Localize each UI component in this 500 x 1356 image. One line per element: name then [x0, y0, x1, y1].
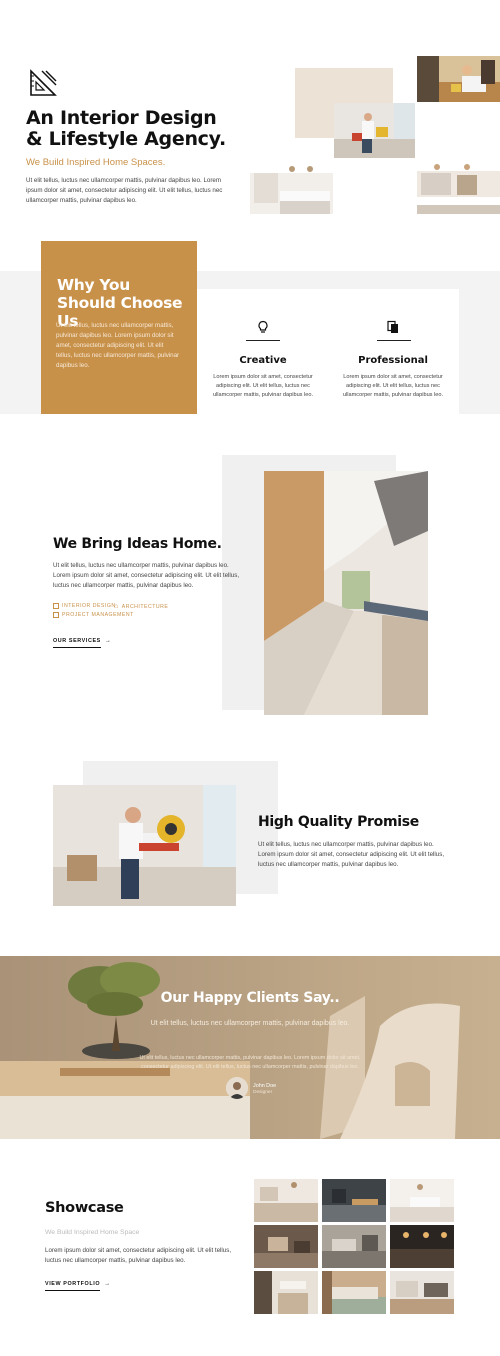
testimonial-role: Designer: [253, 1090, 273, 1095]
hero-subtitle: We Build Inspired Home Spaces.: [26, 157, 166, 168]
our-services-button[interactable]: OUR SERVICES →: [53, 638, 111, 648]
feature-text-professional: Lorem ipsum dolor sit amet, consectetur …: [342, 374, 444, 398]
home-icon: ⌂: [114, 603, 119, 610]
testimonial-title: Our Happy Clients Say..: [160, 990, 340, 1006]
carpenter-photo-middle: [334, 103, 415, 158]
lightbulb-icon: [258, 320, 268, 333]
tag-label: PROJECT MANAGEMENT: [62, 612, 134, 618]
kitchen-hallway-photo: [264, 471, 428, 715]
portfolio-thumb[interactable]: [390, 1271, 454, 1314]
portfolio-thumb[interactable]: [322, 1225, 386, 1268]
kitchen-photo-right: [417, 159, 500, 214]
portfolio-thumb[interactable]: [254, 1225, 318, 1268]
kitchen-photo-left: [250, 159, 333, 214]
quality-title: High Quality Promise: [258, 814, 419, 830]
portfolio-thumb[interactable]: [322, 1179, 386, 1222]
feature-text-creative: Lorem ipsum dolor sit amet, consectetur …: [212, 374, 314, 398]
quality-text: Ut elit tellus, luctus nec ullamcorper m…: [258, 841, 445, 868]
view-portfolio-button[interactable]: VIEW PORTFOLIO →: [45, 1281, 110, 1291]
hero-text: Ut elit tellus, luctus nec ullamcorper m…: [26, 177, 223, 204]
testimonial-name: John Doe: [253, 1083, 277, 1089]
tag-label: INTERIOR DESIGN: [62, 603, 116, 609]
portfolio-thumb[interactable]: [322, 1271, 386, 1314]
testimonial-section: [0, 956, 500, 1139]
feature-divider: [377, 340, 411, 341]
ruler-triangle-icon: [30, 69, 57, 96]
view-portfolio-label: VIEW PORTFOLIO: [45, 1281, 101, 1291]
ideas-text: Ut elit tellus, luctus nec ullamcorper m…: [53, 562, 240, 589]
portfolio-thumb[interactable]: [390, 1225, 454, 1268]
showcase-text: Lorem ipsum dolor sit amet, consectetur …: [45, 1247, 232, 1264]
documents-icon: [387, 320, 398, 333]
tag-interior-design[interactable]: INTERIOR DESIGN: [53, 603, 116, 609]
our-services-label: OUR SERVICES: [53, 638, 101, 648]
portfolio-thumb[interactable]: [254, 1271, 318, 1314]
feature-title-professional: Professional: [358, 355, 428, 366]
portfolio-thumb[interactable]: [254, 1179, 318, 1222]
tag-project-management[interactable]: PROJECT MANAGEMENT: [53, 612, 134, 618]
clipboard-icon: [53, 612, 59, 618]
tag-label: ARCHITECTURE: [121, 603, 169, 610]
avatar: [226, 1077, 248, 1099]
feature-title-creative: Creative: [239, 355, 287, 366]
testimonial-quote: Ut elit tellus, luctus nec ullamcorper m…: [139, 1055, 361, 1070]
feature-divider: [246, 340, 280, 341]
carpenter-photo-top: [417, 56, 500, 102]
showcase-subtitle: We Build Inspired Home Space: [45, 1229, 140, 1236]
carpenter-saw-photo: [53, 785, 236, 906]
arrow-right-icon: →: [104, 638, 111, 644]
portfolio-thumb[interactable]: [390, 1179, 454, 1222]
tag-architecture[interactable]: ⌂ ARCHITECTURE: [114, 603, 168, 610]
arrow-right-icon: →: [104, 1281, 111, 1287]
ideas-title: We Bring Ideas Home.: [53, 536, 222, 552]
bonsai-table-backdrop: [0, 962, 460, 1139]
pencil-icon: [53, 603, 59, 609]
hero-title: An Interior Design & Lifestyle Agency.: [26, 107, 226, 150]
showcase-title: Showcase: [45, 1200, 124, 1216]
why-text: Ut elit tellus, luctus nec ullamcorper m…: [56, 322, 180, 369]
testimonial-subtitle: Ut elit tellus, luctus nec ullamcorper m…: [150, 1020, 350, 1027]
